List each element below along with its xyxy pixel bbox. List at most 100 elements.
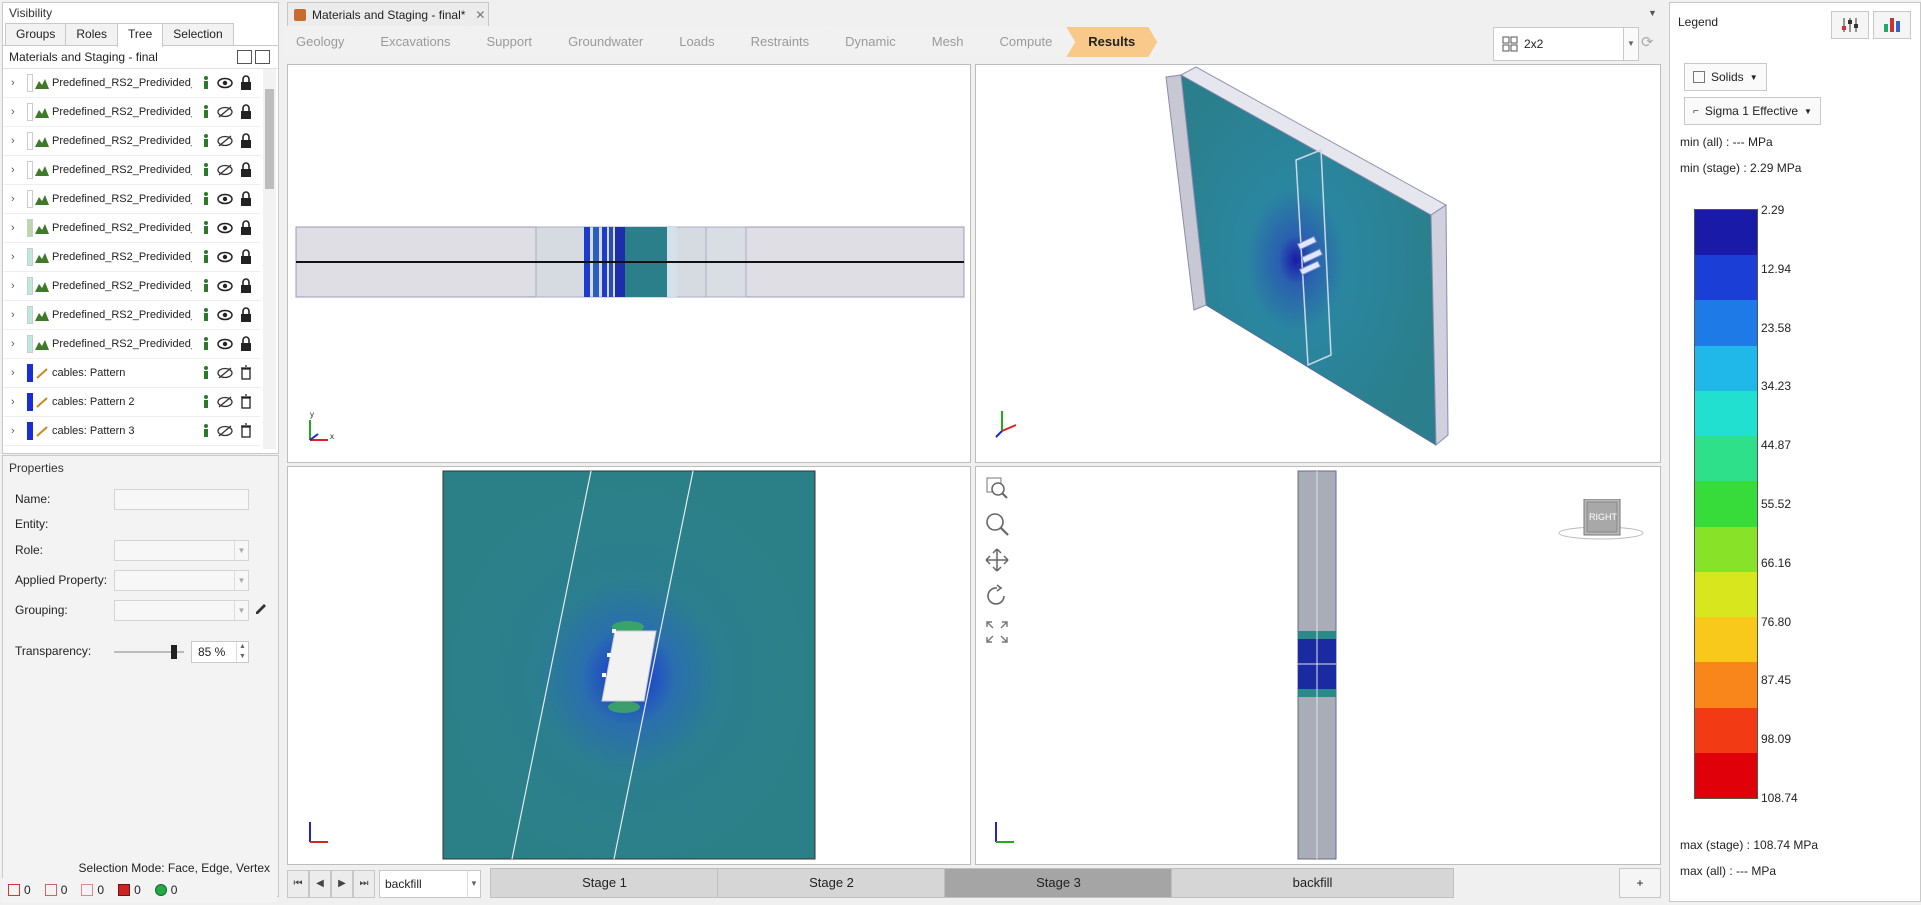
fit-view-icon[interactable] <box>984 619 1010 645</box>
lock-icon[interactable] <box>240 162 252 177</box>
eye-hidden-icon[interactable] <box>217 367 233 379</box>
lock-icon[interactable] <box>240 249 252 264</box>
lock-icon[interactable] <box>240 133 252 148</box>
workflow-step-compute[interactable]: Compute <box>978 27 1075 57</box>
tree-row[interactable]: › cables: Pattern 3 <box>3 417 261 446</box>
lock-icon[interactable] <box>240 191 252 206</box>
tree-scrollbar[interactable] <box>263 69 276 449</box>
expand-arrow-icon[interactable]: › <box>11 367 21 379</box>
eye-hidden-icon[interactable] <box>217 106 233 118</box>
workflow-step-dynamic[interactable]: Dynamic <box>823 27 918 57</box>
transparency-slider[interactable] <box>114 645 184 659</box>
person-icon[interactable] <box>202 250 210 264</box>
viewport-top-right[interactable] <box>975 64 1661 463</box>
expand-arrow-icon[interactable]: › <box>11 251 21 263</box>
workflow-step-support[interactable]: Support <box>465 27 555 57</box>
stage-tab[interactable]: backfill <box>1171 868 1454 898</box>
transparency-input[interactable]: 85 % ▲ ▼ <box>191 641 249 663</box>
tree-row[interactable]: › Predefined_RS2_Predivided_ <box>3 98 261 127</box>
stage-tab[interactable]: Stage 1 <box>490 868 719 898</box>
expand-arrow-icon[interactable]: › <box>11 425 21 437</box>
tab-groups[interactable]: Groups <box>5 23 67 45</box>
workflow-step-loads[interactable]: Loads <box>657 27 736 57</box>
eye-icon[interactable] <box>217 251 233 263</box>
eye-icon[interactable] <box>217 77 233 89</box>
view-cube[interactable]: RIGHT <box>1556 498 1646 552</box>
layout-select[interactable]: 2x2 <box>1493 27 1625 61</box>
eye-hidden-icon[interactable] <box>217 164 233 176</box>
expand-arrow-icon[interactable]: › <box>11 280 21 292</box>
expand-arrow-icon[interactable]: › <box>11 309 21 321</box>
eye-icon[interactable] <box>217 280 233 292</box>
expand-arrow-icon[interactable]: › <box>11 396 21 408</box>
lock-icon[interactable] <box>240 336 252 351</box>
last-stage-icon[interactable]: ⏭ <box>353 870 375 898</box>
trash-icon[interactable] <box>240 365 252 380</box>
stage-tab[interactable]: Stage 3 <box>944 868 1173 898</box>
tree-row[interactable]: › Predefined_RS2_Predivided_ <box>3 127 261 156</box>
workflow-step-excavations[interactable]: Excavations <box>358 27 472 57</box>
workflow-step-geology[interactable]: Geology <box>284 27 366 57</box>
name-field[interactable] <box>114 489 249 510</box>
expand-arrow-icon[interactable]: › <box>11 164 21 176</box>
eye-hidden-icon[interactable] <box>217 425 233 437</box>
tab-roles[interactable]: Roles <box>65 23 119 45</box>
viewport-bottom-right[interactable]: RIGHT <box>975 466 1661 865</box>
person-icon[interactable] <box>202 279 210 293</box>
workflow-step-mesh[interactable]: Mesh <box>910 27 986 57</box>
eye-hidden-icon[interactable] <box>217 396 233 408</box>
rotate-icon[interactable] <box>984 583 1010 609</box>
transparency-slider-thumb[interactable] <box>170 645 177 659</box>
lock-icon[interactable] <box>240 220 252 235</box>
tab-selection[interactable]: Selection <box>162 23 234 45</box>
grouping-select[interactable]: ▼ <box>114 600 249 621</box>
person-icon[interactable] <box>202 395 210 409</box>
eye-icon[interactable] <box>217 222 233 234</box>
eye-icon[interactable] <box>217 338 233 350</box>
person-icon[interactable] <box>202 337 210 351</box>
person-icon[interactable] <box>202 366 210 380</box>
zoom-box-icon[interactable] <box>984 475 1010 501</box>
person-icon[interactable] <box>202 192 210 206</box>
expand-arrow-icon[interactable]: › <box>11 338 21 350</box>
workflow-step-groundwater[interactable]: Groundwater <box>546 27 665 57</box>
trash-icon[interactable] <box>240 394 252 409</box>
document-tab[interactable]: Materials and Staging - final* ✕ <box>287 2 489 26</box>
person-icon[interactable] <box>202 308 210 322</box>
tree-row[interactable]: › Predefined_RS2_Predivided_ <box>3 272 261 301</box>
viewport-top-left[interactable]: y x <box>287 64 971 463</box>
solids-dropdown[interactable]: Solids ▼ <box>1684 63 1767 91</box>
expand-arrow-icon[interactable]: › <box>11 106 21 118</box>
expand-all-icon[interactable] <box>255 50 270 64</box>
workflow-step-restraints[interactable]: Restraints <box>729 27 832 57</box>
eye-hidden-icon[interactable] <box>217 135 233 147</box>
expand-arrow-icon[interactable]: › <box>11 193 21 205</box>
person-icon[interactable] <box>202 105 210 119</box>
viewport-bottom-left[interactable] <box>287 466 971 865</box>
tree-scrollbar-thumb[interactable] <box>265 89 274 189</box>
workflow-step-results[interactable]: Results <box>1066 27 1157 57</box>
next-stage-icon[interactable]: ▶ <box>331 870 353 898</box>
trash-icon[interactable] <box>240 423 252 438</box>
zoom-icon[interactable] <box>984 511 1010 537</box>
add-stage-button[interactable]: + <box>1619 868 1661 898</box>
layout-dropdown-chevron-icon[interactable]: ▼ <box>1623 27 1639 61</box>
legend-settings-button[interactable] <box>1831 11 1869 39</box>
stage-select[interactable]: backfill ▼ <box>379 870 481 898</box>
person-icon[interactable] <box>202 424 210 438</box>
tree-row[interactable]: › cables: Pattern 2 <box>3 388 261 417</box>
contour-dropdown[interactable]: ⌐ Sigma 1 Effective ▼ <box>1684 97 1821 125</box>
eye-icon[interactable] <box>217 309 233 321</box>
person-icon[interactable] <box>202 76 210 90</box>
expand-arrow-icon[interactable]: › <box>11 222 21 234</box>
collapse-all-icon[interactable] <box>237 50 252 64</box>
prev-stage-icon[interactable]: ◀ <box>309 870 331 898</box>
pencil-icon[interactable] <box>253 601 269 617</box>
person-icon[interactable] <box>202 163 210 177</box>
tree-row[interactable]: › Predefined_RS2_Predivided_ <box>3 185 261 214</box>
tree-row[interactable]: › Predefined_RS2_Predivided_ <box>3 301 261 330</box>
lock-icon[interactable] <box>240 75 252 90</box>
person-icon[interactable] <box>202 221 210 235</box>
stepper-icon[interactable]: ▲ ▼ <box>236 642 248 662</box>
legend-chart-button[interactable] <box>1873 11 1911 39</box>
